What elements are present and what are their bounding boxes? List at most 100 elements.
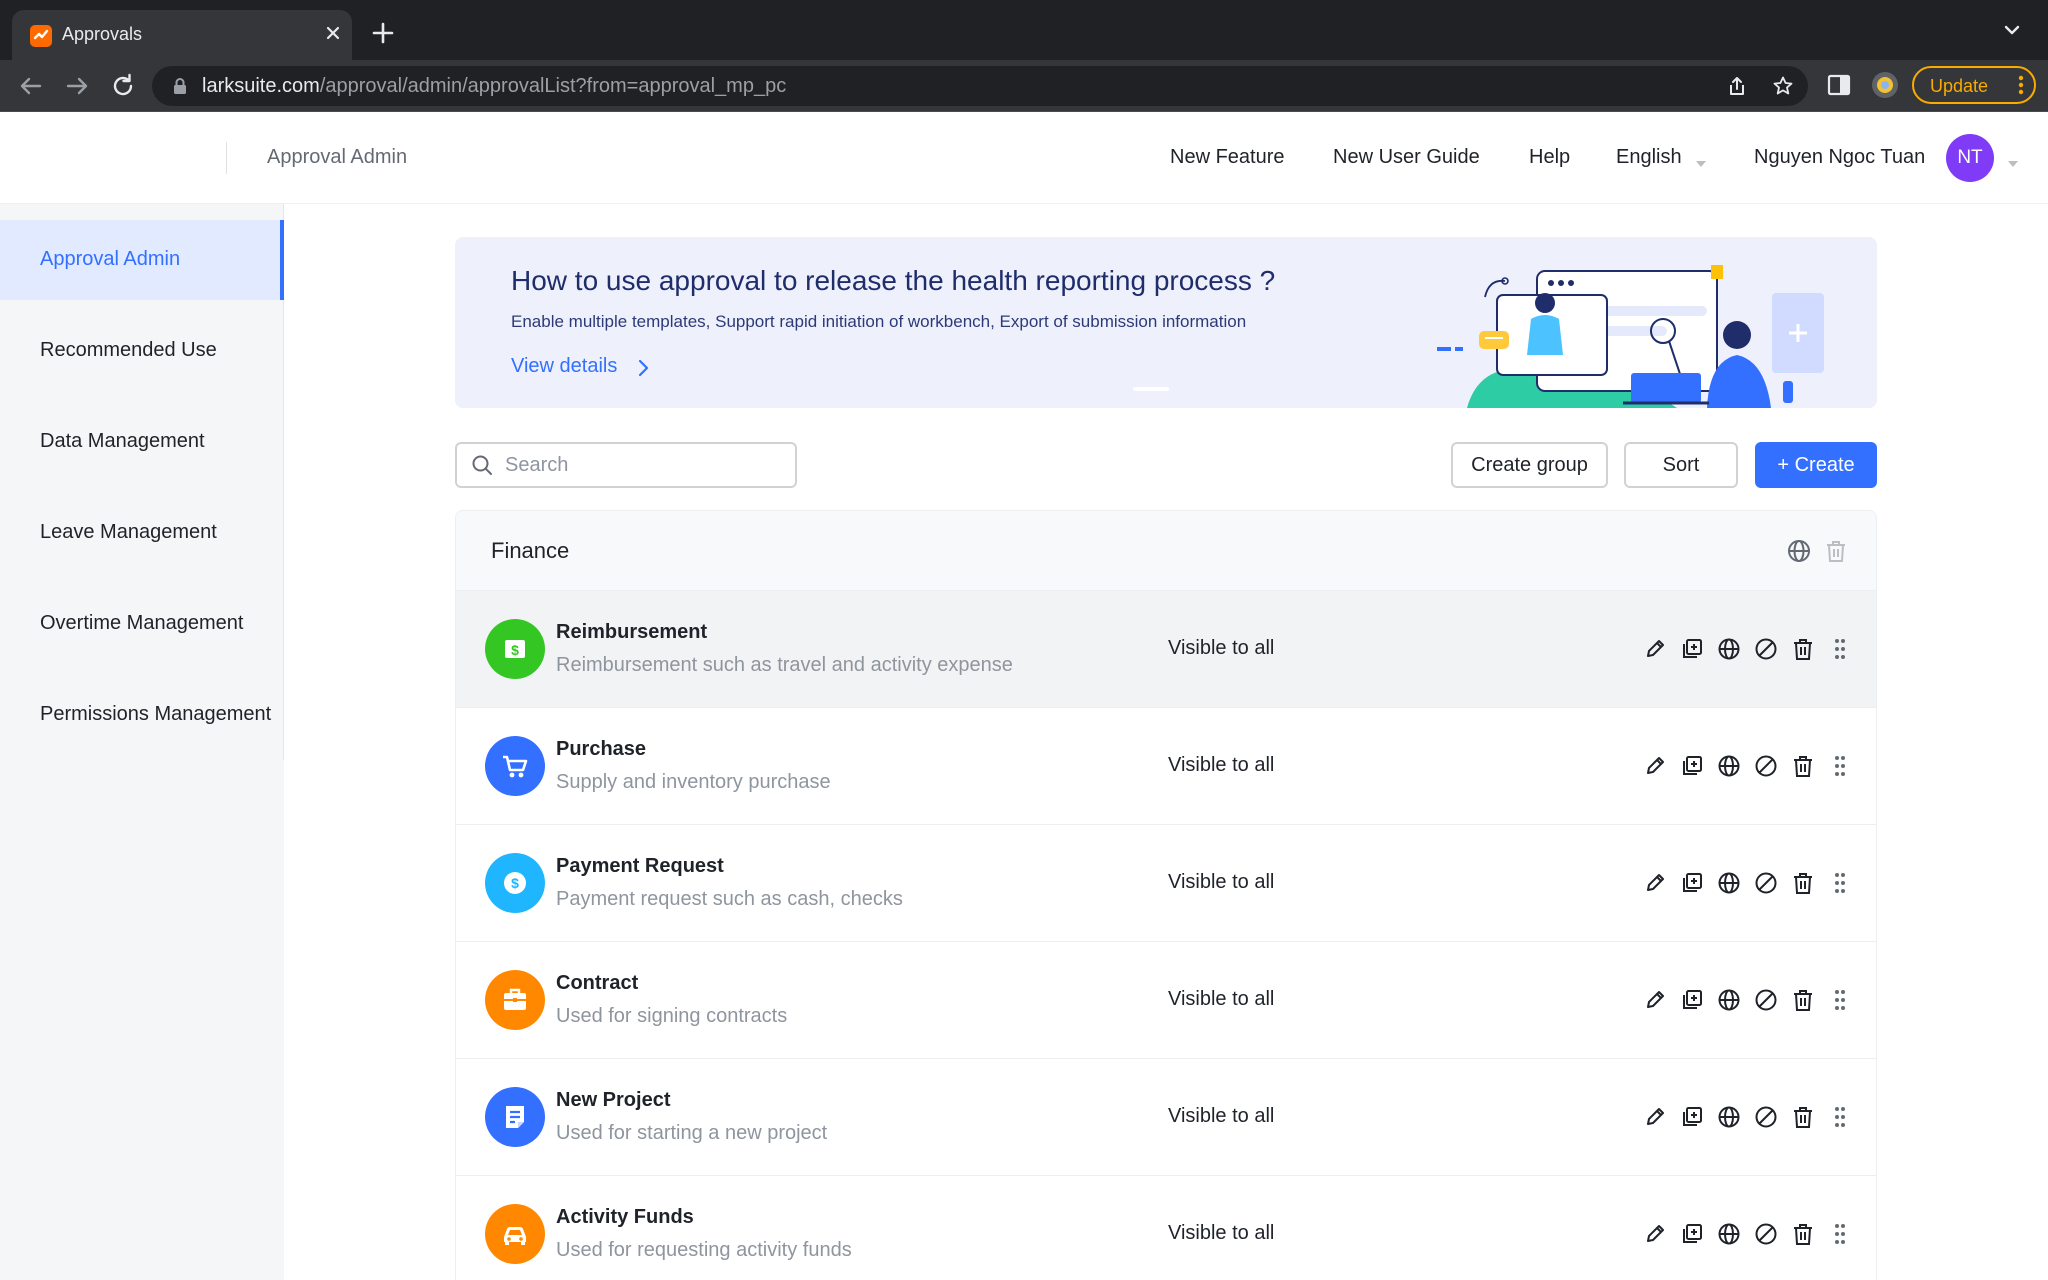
duplicate-icon[interactable]: [1680, 754, 1704, 778]
language-selector[interactable]: English: [1616, 146, 1682, 169]
duplicate-icon[interactable]: [1680, 1222, 1704, 1246]
disable-icon[interactable]: [1754, 637, 1778, 661]
document-icon: [485, 1087, 545, 1147]
edit-pencil-icon[interactable]: [1643, 1105, 1667, 1129]
list-item[interactable]: New Project Used for starting a new proj…: [456, 1058, 1876, 1175]
language-caret-icon[interactable]: [1696, 156, 1706, 167]
group-title: Finance: [491, 538, 570, 563]
new-feature-link[interactable]: New Feature: [1170, 146, 1285, 169]
drag-handle-icon[interactable]: [1828, 871, 1852, 895]
drag-handle-icon[interactable]: [1828, 637, 1852, 661]
globe-icon[interactable]: [1717, 988, 1741, 1012]
sidebar-item-leave-management[interactable]: Leave Management: [0, 493, 284, 573]
list-item[interactable]: $ Payment Request Payment request such a…: [456, 824, 1876, 941]
disable-icon[interactable]: [1754, 988, 1778, 1012]
promo-banner[interactable]: How to use approval to release the healt…: [455, 237, 1877, 408]
cart-icon: [485, 736, 545, 796]
row-name: New Project: [556, 1089, 671, 1111]
banner-subtitle: Enable multiple templates, Support rapid…: [511, 312, 1247, 331]
drag-handle-icon[interactable]: [1828, 1105, 1852, 1129]
tab-search-chevron-icon[interactable]: [2002, 20, 2022, 40]
banner-title: How to use approval to release the healt…: [511, 265, 1276, 296]
edit-pencil-icon[interactable]: [1643, 754, 1667, 778]
reload-icon[interactable]: [108, 71, 138, 101]
trash-icon[interactable]: [1791, 637, 1815, 661]
create-button[interactable]: + Create: [1755, 442, 1877, 488]
back-arrow-icon[interactable]: [16, 71, 46, 101]
globe-icon[interactable]: [1717, 1222, 1741, 1246]
create-group-button[interactable]: Create group: [1451, 442, 1608, 488]
help-link[interactable]: Help: [1529, 146, 1570, 169]
globe-icon[interactable]: [1786, 538, 1812, 564]
lock-icon[interactable]: [172, 77, 188, 95]
edit-pencil-icon[interactable]: [1643, 1222, 1667, 1246]
trash-icon[interactable]: [1791, 1105, 1815, 1129]
duplicate-icon[interactable]: [1680, 637, 1704, 661]
edit-pencil-icon[interactable]: [1643, 988, 1667, 1012]
url-bar[interactable]: larksuite.com/approval/admin/approvalLis…: [152, 66, 1808, 106]
side-panel-icon[interactable]: [1825, 71, 1853, 99]
drag-handle-icon[interactable]: [1828, 988, 1852, 1012]
row-visibility: Visible to all: [1168, 871, 1275, 893]
trash-icon[interactable]: [1823, 538, 1849, 564]
search-input[interactable]: [505, 452, 785, 478]
browser-tab[interactable]: Approvals: [12, 10, 352, 60]
share-icon[interactable]: [1726, 75, 1748, 97]
trash-icon[interactable]: [1791, 754, 1815, 778]
kebab-menu-icon[interactable]: [2018, 74, 2024, 96]
disable-icon[interactable]: [1754, 871, 1778, 895]
avatar[interactable]: NT: [1946, 134, 1994, 182]
globe-icon[interactable]: [1717, 1105, 1741, 1129]
tab-close-icon[interactable]: [320, 20, 346, 46]
view-details-link[interactable]: View details: [511, 355, 617, 378]
sidebar-item-approval-admin[interactable]: Approval Admin: [0, 220, 284, 300]
drag-handle-icon[interactable]: [1828, 754, 1852, 778]
disable-icon[interactable]: [1754, 1222, 1778, 1246]
row-name: Contract: [556, 972, 639, 994]
row-name: Reimbursement: [556, 621, 708, 643]
profile-avatar-icon[interactable]: [1871, 71, 1899, 99]
browser-address-bar: larksuite.com/approval/admin/approvalLis…: [0, 60, 2048, 112]
new-tab-icon[interactable]: [368, 18, 398, 48]
globe-icon[interactable]: [1717, 637, 1741, 661]
search-box[interactable]: [455, 442, 797, 488]
bookmark-star-icon[interactable]: [1772, 75, 1794, 97]
list-item[interactable]: Contract Used for signing contracts Visi…: [456, 941, 1876, 1058]
trash-icon[interactable]: [1791, 988, 1815, 1012]
briefcase-icon: [485, 970, 545, 1030]
forward-arrow-icon[interactable]: [62, 71, 92, 101]
carousel-indicator[interactable]: [1133, 387, 1169, 391]
duplicate-icon[interactable]: [1680, 871, 1704, 895]
edit-pencil-icon[interactable]: [1643, 637, 1667, 661]
list-item[interactable]: $ Reimbursement Reimbursement such as tr…: [456, 590, 1876, 707]
duplicate-icon[interactable]: [1680, 988, 1704, 1012]
list-item[interactable]: Activity Funds Used for requesting activ…: [456, 1175, 1876, 1280]
user-name[interactable]: Nguyen Ngoc Tuan: [1754, 146, 1925, 169]
sidebar-item-recommended-use[interactable]: Recommended Use: [0, 311, 284, 391]
sidebar-item-permissions-management[interactable]: Permissions Management: [0, 675, 284, 755]
update-button[interactable]: Update: [1912, 66, 2036, 104]
globe-icon[interactable]: [1717, 754, 1741, 778]
trash-icon[interactable]: [1791, 1222, 1815, 1246]
trash-icon[interactable]: [1791, 871, 1815, 895]
drag-handle-icon[interactable]: [1828, 1222, 1852, 1246]
row-visibility: Visible to all: [1168, 1222, 1275, 1244]
sidebar-item-overtime-management[interactable]: Overtime Management: [0, 584, 284, 664]
row-visibility: Visible to all: [1168, 1105, 1275, 1127]
duplicate-icon[interactable]: [1680, 1105, 1704, 1129]
url-path: /approval/admin/approvalList?from=approv…: [319, 75, 787, 97]
row-description: Payment request such as cash, checks: [556, 888, 903, 910]
new-user-guide-link[interactable]: New User Guide: [1333, 146, 1480, 169]
sort-button[interactable]: Sort: [1624, 442, 1738, 488]
globe-icon[interactable]: [1717, 871, 1741, 895]
disable-icon[interactable]: [1754, 1105, 1778, 1129]
edit-pencil-icon[interactable]: [1643, 871, 1667, 895]
chevron-right-icon: [637, 357, 651, 379]
list-item[interactable]: Purchase Supply and inventory purchase V…: [456, 707, 1876, 824]
row-description: Used for signing contracts: [556, 1005, 788, 1027]
sidebar-item-data-management[interactable]: Data Management: [0, 402, 284, 482]
user-menu-caret-icon[interactable]: [2008, 156, 2018, 167]
svg-text:$: $: [511, 642, 519, 658]
disable-icon[interactable]: [1754, 754, 1778, 778]
header-divider: [226, 142, 227, 174]
